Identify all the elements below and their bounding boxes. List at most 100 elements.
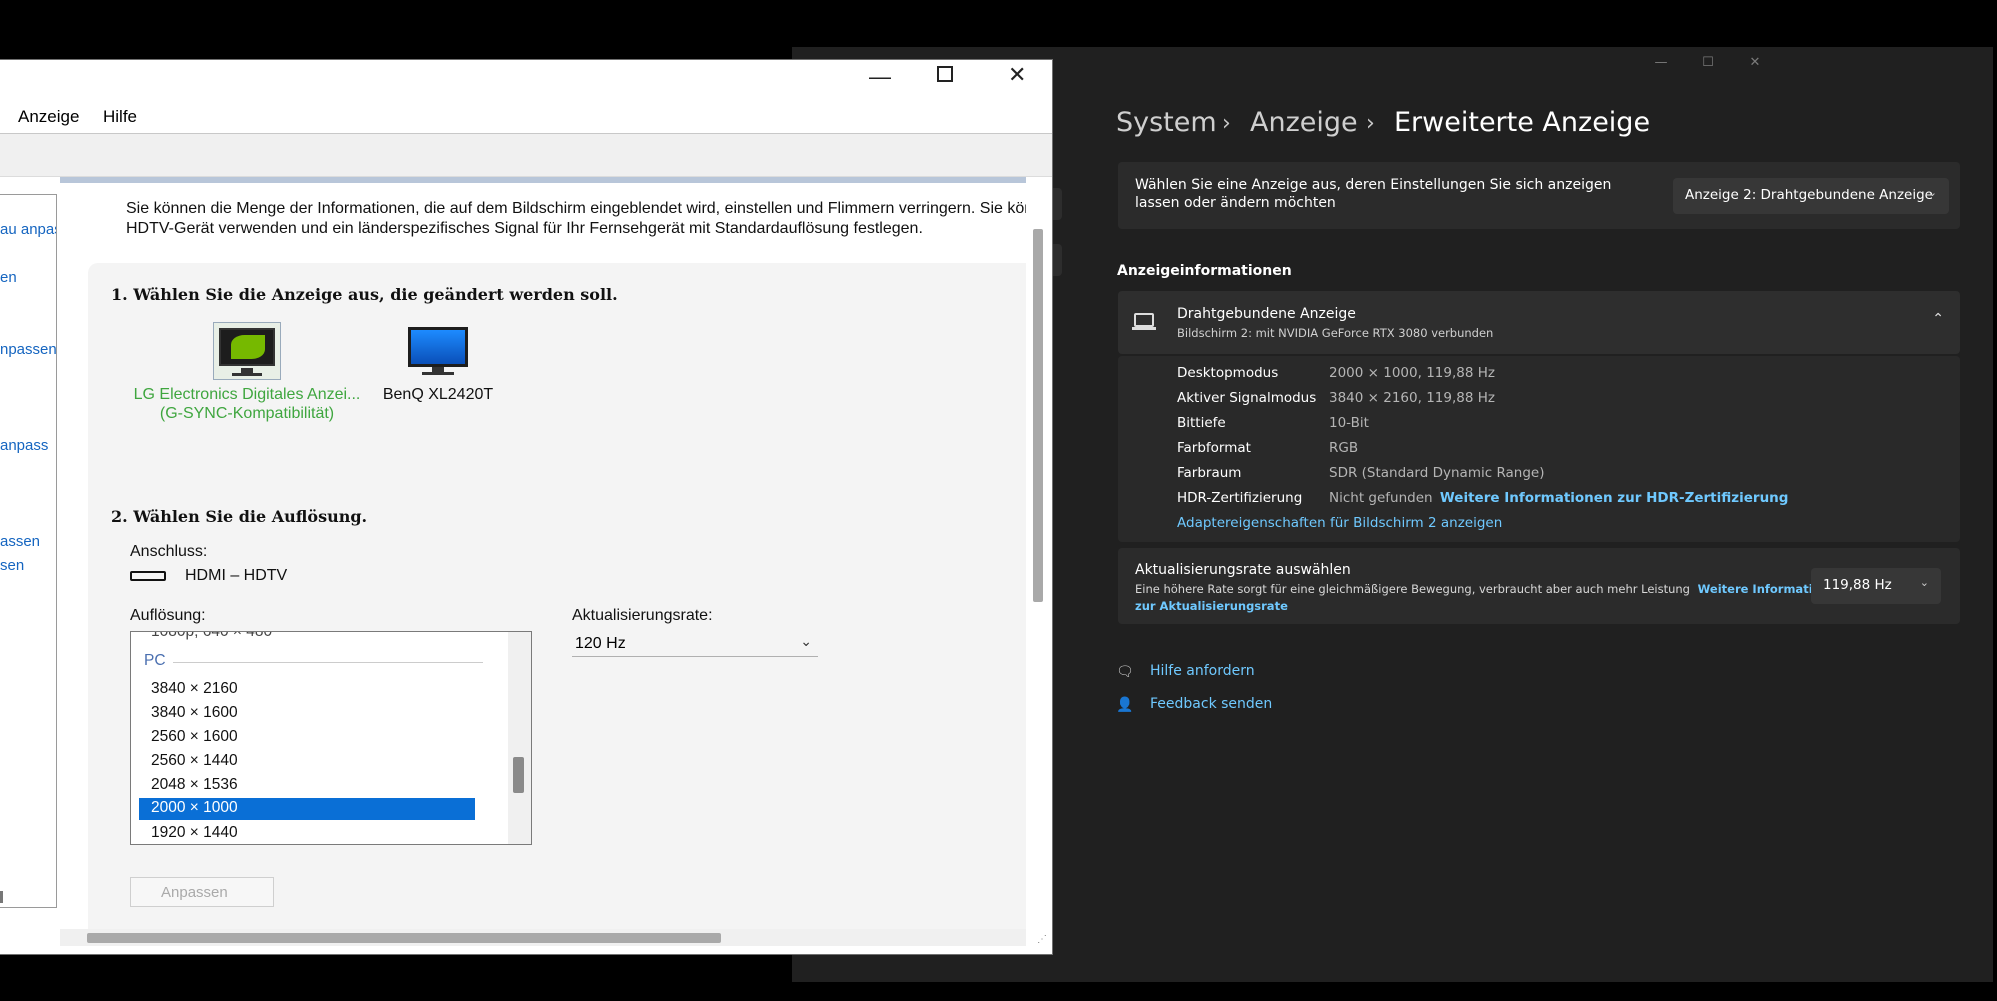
chevron-down-icon: ⌄	[1927, 186, 1937, 199]
chevron-down-icon: ⌄	[1919, 576, 1929, 589]
chevron-down-icon: ⌄	[800, 633, 812, 649]
apply-button[interactable]: Anpassen	[130, 877, 274, 907]
chevron-up-icon[interactable]: ⌃	[1932, 311, 1944, 327]
breadcrumb-chevron-icon: ›	[1366, 111, 1375, 136]
nav-item[interactable]: assen	[0, 533, 40, 550]
group-divider	[173, 662, 483, 663]
content-scroll-thumb[interactable]	[1033, 229, 1043, 602]
refresh-rate-select[interactable]: 120 Hz ⌄	[572, 633, 818, 657]
refresh-rate-label: Aktualisierungsrate:	[572, 607, 713, 624]
menu-hilfe[interactable]: Hilfe	[103, 107, 137, 127]
info-value: 2000 × 1000, 119,88 Hz	[1329, 365, 1495, 381]
select-display-text: Wählen Sie eine Anzeige aus, deren Einst…	[1135, 177, 1612, 211]
display-select-value: Anzeige 2: Drahtgebundene Anzeige	[1685, 187, 1933, 203]
resolution-item[interactable]: 3840 × 2160	[151, 680, 238, 698]
display-subtitle: Bildschirm 2: mit NVIDIA GeForce RTX 308…	[1177, 326, 1494, 340]
connection-value: HDMI – HDTV	[185, 567, 288, 584]
resize-grip-icon[interactable]: ⋰	[1037, 934, 1047, 945]
nav-item[interactable]: au anpas	[0, 221, 56, 238]
description-line: Sie können die Menge der Informationen, …	[126, 200, 1026, 217]
info-value: SDR (Standard Dynamic Range)	[1329, 465, 1545, 481]
nav-item[interactable]: anpass	[0, 437, 48, 454]
info-value: 3840 × 2160, 119,88 Hz	[1329, 390, 1495, 406]
hdr-info-link[interactable]: Weitere Informationen zur HDR-Zertifizie…	[1440, 490, 1789, 506]
maximize-button[interactable]	[937, 66, 953, 82]
nav-item[interactable]: sen	[0, 557, 24, 574]
page-title: Erweiterte Anzeige	[1394, 107, 1651, 138]
close-button[interactable]: ✕	[1740, 55, 1770, 70]
minimize-button[interactable]: —	[1646, 55, 1676, 70]
task-nav-panel: au anpas en npassen anpass assen sen	[0, 194, 57, 908]
refresh-rate-card: Aktualisierungsrate auswählen Eine höher…	[1118, 548, 1960, 624]
nav-item[interactable]: npassen	[0, 341, 56, 358]
refresh-info-link-2[interactable]: zur Aktualisierungsrate	[1135, 599, 1288, 613]
monitor1-label[interactable]: LG Electronics Digitales Anzei... (G-SYN…	[131, 385, 363, 423]
resolution-item[interactable]: 3840 × 1600	[151, 704, 238, 722]
monitor2-selector[interactable]	[406, 327, 470, 379]
refresh-desc-text: Eine höhere Rate sorgt für eine gleichmä…	[1135, 582, 1690, 596]
content-hscrollbar[interactable]	[60, 929, 1026, 946]
info-label: Desktopmodus	[1177, 365, 1279, 381]
resolution-item[interactable]: 2560 × 1440	[151, 752, 238, 770]
monitor1-gsync: (G-SYNC-Kompatibilität)	[159, 405, 335, 422]
info-label: Aktiver Signalmodus	[1177, 390, 1317, 406]
nav-item[interactable]: en	[0, 269, 17, 286]
refresh-rate-desc: Eine höhere Rate sorgt für eine gleichmä…	[1135, 582, 1845, 596]
breadcrumb-chevron-icon: ›	[1222, 111, 1231, 136]
hdmi-icon	[130, 571, 166, 581]
refresh-rate-value: 119,88 Hz	[1823, 577, 1892, 593]
resolution-listbox[interactable]: 1080p, 640 × 480 PC 3840 × 2160 3840 × 1…	[130, 631, 532, 845]
description-line: HDTV-Gerät verwenden und ein länderspezi…	[126, 220, 923, 237]
resolution-label: Auflösung:	[130, 607, 206, 624]
resolution-item[interactable]: 2048 × 1536	[151, 776, 238, 794]
maximize-button[interactable]: ☐	[1693, 55, 1723, 70]
close-button[interactable]: ✕	[1008, 62, 1026, 88]
nvidia-logo-icon	[219, 328, 275, 366]
laptop-icon-base	[1132, 327, 1156, 330]
monitor-icon	[408, 327, 468, 367]
minimize-button[interactable]: —	[869, 64, 891, 90]
refresh-rate-title: Aktualisierungsrate auswählen	[1135, 562, 1351, 578]
monitor2-label[interactable]: BenQ XL2420T	[380, 385, 496, 404]
resolution-item[interactable]: 1920 × 1440	[151, 824, 238, 842]
selected-resolution: 2000 × 1000	[151, 799, 238, 816]
resolution-group-label: PC	[144, 652, 166, 669]
info-value: RGB	[1329, 440, 1359, 456]
breadcrumb-system[interactable]: System	[1116, 107, 1217, 138]
hdr-status: Nicht gefunden	[1329, 490, 1433, 506]
feedback-icon: 👤	[1116, 697, 1134, 713]
display-select-dropdown[interactable]: Anzeige 2: Drahtgebundene Anzeige ⌄	[1673, 178, 1949, 214]
menu-anzeige[interactable]: Anzeige	[18, 107, 79, 127]
info-value: 10-Bit	[1329, 415, 1369, 431]
toolbar	[0, 133, 1052, 177]
adapter-properties-link[interactable]: Adaptereigenschaften für Bildschirm 2 an…	[1177, 515, 1502, 531]
feedback-link[interactable]: Feedback senden	[1150, 696, 1272, 712]
resolution-item[interactable]: 2560 × 1600	[151, 728, 238, 746]
content-area: Sie können die Menge der Informationen, …	[60, 177, 1026, 929]
help-icon: 🗨	[1116, 664, 1134, 680]
section-title: Anzeigeinformationen	[1117, 263, 1292, 279]
help-link[interactable]: Hilfe anfordern	[1150, 663, 1255, 679]
nav-scrollbar[interactable]	[0, 891, 3, 903]
step1-heading: 1. Wählen Sie die Anzeige aus, die geänd…	[111, 285, 618, 304]
resolution-item[interactable]: 1080p, 640 × 480	[151, 632, 272, 641]
listbox-scroll-thumb[interactable]	[513, 757, 524, 793]
listbox-scrollbar[interactable]	[508, 632, 531, 844]
info-value: Nicht gefunden Weitere Informationen zur…	[1329, 490, 1788, 506]
display-info-header[interactable]: Drahtgebundene Anzeige Bildschirm 2: mit…	[1118, 291, 1960, 354]
monitor1-selector[interactable]	[213, 322, 281, 380]
resolution-item-selected[interactable]: 2000 × 1000	[139, 798, 475, 820]
nvidia-control-panel-window: — ✕ Anzeige Hilfe au anpas en npassen an…	[0, 59, 1053, 955]
description: Sie können die Menge der Informationen, …	[126, 199, 1026, 239]
connection-label: Anschluss:	[130, 543, 208, 560]
breadcrumb-anzeige[interactable]: Anzeige	[1250, 107, 1358, 138]
refresh-rate-select-value: 120 Hz	[575, 635, 626, 652]
display-name: Drahtgebundene Anzeige	[1177, 306, 1356, 322]
laptop-icon	[1134, 313, 1154, 327]
settings-panel: 1. Wählen Sie die Anzeige aus, die geänd…	[88, 263, 1026, 929]
step2-heading: 2. Wählen Sie die Auflösung.	[111, 507, 368, 526]
refresh-rate-dropdown[interactable]: 119,88 Hz ⌄	[1811, 568, 1941, 604]
select-display-card: Wählen Sie eine Anzeige aus, deren Einst…	[1118, 162, 1960, 229]
monitor1-name: LG Electronics Digitales Anzei...	[133, 386, 361, 403]
hscroll-thumb[interactable]	[87, 933, 721, 943]
